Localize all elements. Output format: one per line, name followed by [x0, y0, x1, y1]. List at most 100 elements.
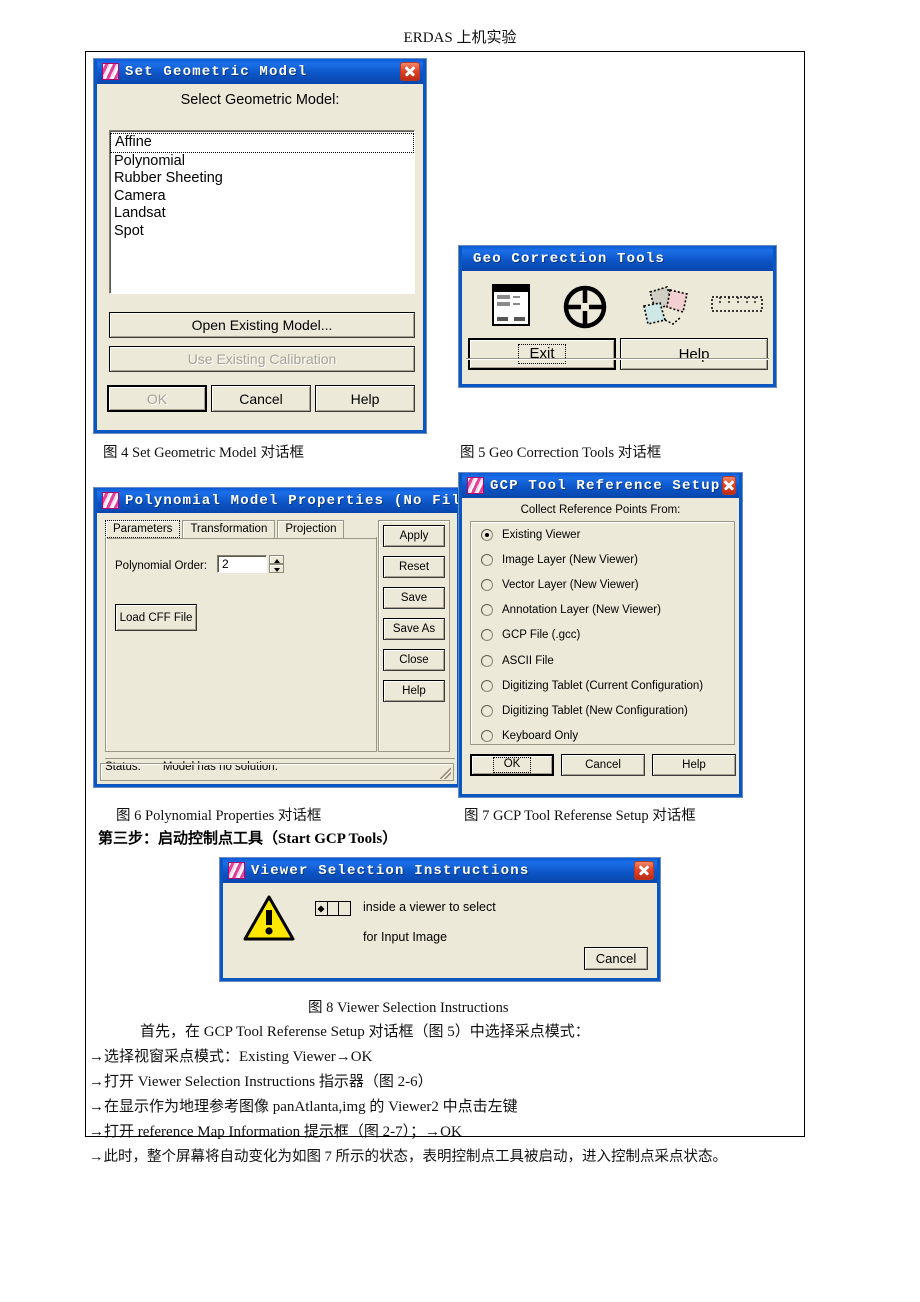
resize-grip-icon[interactable]	[440, 768, 451, 779]
dialog-polynomial-model-properties: Polynomial Model Properties (No File) Pa…	[94, 488, 496, 787]
left-mouse-button-icon	[315, 901, 351, 916]
erdas-app-icon	[467, 477, 484, 494]
radio-label: ASCII File	[502, 654, 554, 667]
radio-label: Digitizing Tablet (New Configuration)	[502, 704, 688, 717]
tab-parameters[interactable]: Parameters	[105, 520, 181, 538]
set-geometric-model-button-row: OK Cancel Help	[107, 385, 417, 412]
dialog-title: Polynomial Model Properties (No File)	[125, 492, 481, 509]
radio-label: Annotation Layer (New Viewer)	[502, 604, 661, 617]
instruction-line-2: for Input Image	[363, 930, 448, 944]
document-frame: Set Geometric Model Select Geometric Mod…	[85, 51, 805, 1165]
radio-icon[interactable]	[481, 654, 493, 667]
grid-strip-icon[interactable]	[711, 296, 763, 312]
body-line-4: →在显示作为地理参考图像 panAtlanta,img 的 Viewer2 中点…	[89, 1099, 518, 1115]
dialog-set-geometric-model: Set Geometric Model Select Geometric Mod…	[94, 59, 426, 433]
dialog-title: Set Geometric Model	[125, 63, 308, 80]
radio-row-ascii-file[interactable]: ASCII File	[471, 648, 734, 673]
tab-transformation[interactable]: Transformation	[182, 520, 276, 538]
polynomial-bottom-strip	[100, 763, 454, 781]
radio-icon[interactable]	[481, 553, 493, 566]
radio-row-vector-layer[interactable]: Vector Layer (New Viewer)	[471, 572, 734, 597]
radio-icon[interactable]	[481, 604, 493, 617]
close-icon[interactable]	[634, 861, 654, 880]
list-item-camera[interactable]: Camera	[110, 188, 414, 206]
gcp-setup-button-row: OK Cancel Help	[470, 754, 736, 776]
dialog-title: Geo Correction Tools	[473, 250, 666, 267]
stepper-up-icon[interactable]	[269, 555, 284, 564]
geometric-model-listbox[interactable]: Affine Polynomial Rubber Sheeting Camera…	[109, 130, 415, 294]
instruction-line-1: inside a viewer to select	[363, 900, 496, 914]
body-line-6: →此时，整个屏幕将自动变化为如图 7 所示的状态，表明控制点工具被启动，进入控制…	[89, 1149, 727, 1165]
resample-polygons-icon[interactable]	[640, 284, 692, 330]
radio-row-image-layer[interactable]: Image Layer (New Viewer)	[471, 547, 734, 572]
reference-source-radio-group: Existing Viewer Image Layer (New Viewer)…	[470, 521, 735, 745]
titlebar-set-geometric-model[interactable]: Set Geometric Model	[97, 59, 423, 84]
erdas-app-icon	[228, 862, 245, 879]
polynomial-order-input[interactable]: 2	[217, 555, 267, 573]
close-icon[interactable]	[722, 476, 736, 495]
radio-icon[interactable]	[481, 730, 493, 743]
body-line-1: 首先，在 GCP Tool Referense Setup 对话框（图 5）中选…	[140, 1024, 590, 1040]
dialog-viewer-selection-instructions: Viewer Selection Instructions inside a v…	[220, 858, 660, 981]
step-3-heading: 第三步：启动控制点工具（Start GCP Tools）	[98, 831, 398, 847]
cancel-button[interactable]: Cancel	[211, 385, 311, 412]
radio-row-annotation-layer[interactable]: Annotation Layer (New Viewer)	[471, 598, 734, 623]
close-button[interactable]: Close	[383, 649, 445, 671]
radio-row-digitizing-tablet-new[interactable]: Digitizing Tablet (New Configuration)	[471, 698, 734, 723]
radio-row-keyboard-only[interactable]: Keyboard Only	[471, 724, 734, 749]
help-button[interactable]: Help	[315, 385, 415, 412]
titlebar-viewer-selection-instructions[interactable]: Viewer Selection Instructions	[223, 858, 657, 883]
titlebar-gcp-tool-reference-setup[interactable]: GCP Tool Reference Setup	[462, 473, 739, 498]
radio-icon[interactable]	[481, 704, 493, 717]
list-item-rubber-sheeting[interactable]: Rubber Sheeting	[110, 170, 414, 188]
save-as-button[interactable]: Save As	[383, 618, 445, 640]
radio-row-digitizing-tablet-current[interactable]: Digitizing Tablet (Current Configuration…	[471, 673, 734, 698]
body-line-3: →打开 Viewer Selection Instructions 指示器（图 …	[89, 1074, 433, 1090]
radio-label: Keyboard Only	[502, 730, 579, 743]
radio-row-existing-viewer[interactable]: Existing Viewer	[471, 522, 734, 547]
tab-projection[interactable]: Projection	[277, 520, 345, 538]
list-item-affine[interactable]: Affine	[110, 133, 414, 153]
load-cff-file-button[interactable]: Load CFF File	[115, 604, 197, 631]
radio-icon[interactable]	[481, 629, 493, 642]
stepper-down-icon[interactable]	[269, 564, 284, 573]
titlebar-geo-correction-tools[interactable]: Geo Correction Tools	[462, 246, 773, 271]
apply-button[interactable]: Apply	[383, 525, 445, 547]
radio-icon[interactable]	[481, 578, 493, 591]
caption-figure-4: 图 4 Set Geometric Model 对话框	[103, 445, 304, 461]
page-header: ERDAS 上机实验	[403, 30, 517, 46]
ok-button[interactable]: OK	[470, 754, 554, 776]
ok-button-label: OK	[492, 757, 532, 773]
cancel-button[interactable]: Cancel	[561, 754, 645, 776]
cancel-button[interactable]: Cancel	[584, 947, 648, 970]
select-geometric-model-label: Select Geometric Model:	[180, 92, 340, 108]
radio-icon[interactable]	[481, 528, 493, 541]
help-button[interactable]: Help	[383, 680, 445, 702]
model-properties-icon[interactable]	[492, 284, 530, 326]
radio-label: GCP File (.gcc)	[502, 629, 581, 642]
caption-figure-8: 图 8 Viewer Selection Instructions	[308, 1000, 509, 1016]
open-existing-model-button[interactable]: Open Existing Model...	[109, 312, 415, 338]
list-item-polynomial[interactable]: Polynomial	[110, 153, 414, 171]
list-item-landsat[interactable]: Landsat	[110, 205, 414, 223]
gcp-crosshair-icon[interactable]	[562, 284, 608, 330]
radio-row-gcp-file[interactable]: GCP File (.gcc)	[471, 623, 734, 648]
dialog-geo-correction-tools: Geo Correction Tools Exit Help	[459, 246, 776, 387]
close-icon[interactable]	[400, 62, 420, 81]
reset-button[interactable]: Reset	[383, 556, 445, 578]
polynomial-order-stepper[interactable]	[269, 555, 284, 574]
help-button[interactable]: Help	[652, 754, 736, 776]
radio-label: Image Layer (New Viewer)	[502, 553, 638, 566]
radio-label: Vector Layer (New Viewer)	[502, 578, 639, 591]
titlebar-polynomial-model-properties[interactable]: Polynomial Model Properties (No File)	[97, 488, 496, 513]
save-button[interactable]: Save	[383, 587, 445, 609]
list-item-spot[interactable]: Spot	[110, 223, 414, 241]
radio-icon[interactable]	[481, 679, 493, 692]
ok-button: OK	[107, 385, 207, 412]
body-line-2: →选择视窗采点模式：Existing Viewer→OK	[89, 1049, 373, 1065]
dialog-gcp-tool-reference-setup: GCP Tool Reference Setup Collect Referen…	[459, 473, 742, 797]
polynomial-side-button-group: Apply Reset Save Save As Close Help	[378, 520, 450, 752]
use-existing-calibration-button: Use Existing Calibration	[109, 346, 415, 372]
radio-label: Digitizing Tablet (Current Configuration…	[502, 679, 704, 692]
erdas-app-icon	[102, 63, 119, 80]
